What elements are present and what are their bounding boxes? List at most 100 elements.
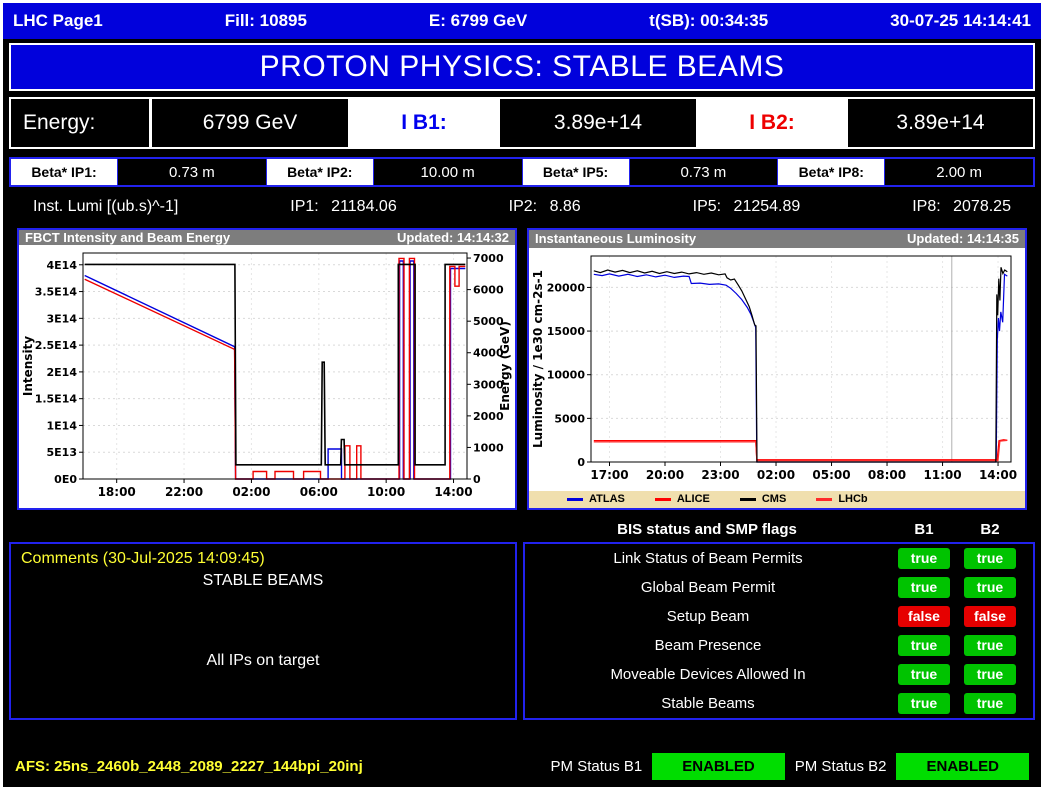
svg-text:7000: 7000 — [473, 252, 504, 265]
lumi-ip1-value: 21184.06 — [331, 198, 397, 216]
svg-text:20:00: 20:00 — [646, 468, 684, 482]
app-title: LHC Page1 — [13, 11, 103, 31]
svg-text:10000: 10000 — [547, 368, 586, 381]
banner-title: PROTON PHYSICS: STABLE BEAMS — [260, 50, 785, 84]
comments-box: Comments (30-Jul-2025 14:09:45) STABLE B… — [9, 542, 517, 720]
svg-text:14:00: 14:00 — [979, 468, 1017, 482]
datetime: 30-07-25 14:14:41 — [890, 11, 1031, 31]
legend-label-atlas: ATLAS — [589, 493, 625, 505]
flag-b1-cell: false — [891, 606, 957, 627]
svg-text:0E0: 0E0 — [54, 473, 77, 486]
flag-b1-cell: true — [891, 664, 957, 685]
beta-ip1-value: 0.73 m — [118, 159, 266, 185]
lhcb-line-swatch — [816, 498, 832, 501]
flag-row: Link Status of Beam Permits true true — [525, 544, 1023, 573]
comments-line-1: STABLE BEAMS — [21, 572, 505, 590]
lumi-ip5: IP5: 21254.89 — [693, 198, 801, 216]
flag-badge-b1: true — [898, 693, 950, 714]
svg-text:23:00: 23:00 — [701, 468, 739, 482]
charts-row: FBCT Intensity and Beam Energy Updated: … — [17, 228, 1027, 510]
flag-badge-b1: true — [898, 664, 950, 685]
lumi-chart-header: Instantaneous Luminosity Updated: 14:14:… — [529, 230, 1025, 248]
flag-b1-cell: true — [891, 693, 957, 714]
lumi-ip8-value: 2078.25 — [953, 198, 1011, 216]
fbct-chart-plot: 0E05E131E141.5E142E142.5E143E143.5E144E1… — [19, 245, 515, 508]
svg-text:05:00: 05:00 — [812, 468, 850, 482]
flag-badge-b2: true — [964, 548, 1016, 569]
lumi-row-label: Inst. Lumi [(ub.s)^-1] — [33, 198, 178, 216]
flag-label: Stable Beams — [525, 695, 891, 712]
beta-ip2-label: Beta* IP2: — [267, 159, 373, 185]
svg-text:1.5E14: 1.5E14 — [35, 393, 78, 406]
alice-line-swatch — [655, 498, 671, 501]
svg-text:1E14: 1E14 — [47, 419, 78, 432]
lumi-ip8-label: IP8: — [912, 198, 940, 216]
flag-badge-b1: true — [898, 577, 950, 598]
flag-badge-b2: true — [964, 635, 1016, 656]
flag-badge-b2: true — [964, 577, 1016, 598]
top-status-bar: LHC Page1 Fill: 10895 E: 6799 GeV t(SB):… — [3, 3, 1041, 39]
svg-text:06:00: 06:00 — [300, 485, 338, 499]
flag-label: Global Beam Permit — [525, 579, 891, 596]
svg-text:6000: 6000 — [473, 284, 504, 297]
atlas-line-swatch — [567, 498, 583, 501]
svg-text:02:00: 02:00 — [757, 468, 795, 482]
svg-text:02:00: 02:00 — [232, 485, 270, 499]
fill-number: Fill: 10895 — [225, 11, 307, 31]
beta-ip5-value: 0.73 m — [630, 159, 778, 185]
svg-text:2E14: 2E14 — [47, 366, 78, 379]
flag-badge-b2: false — [964, 606, 1016, 627]
flag-row: Beam Presence true true — [525, 631, 1023, 660]
beta-ip8-value: 2.00 m — [885, 159, 1033, 185]
flag-badge-b2: true — [964, 693, 1016, 714]
flag-b1-cell: true — [891, 548, 957, 569]
intensity-b2-value: 3.89e+14 — [848, 99, 1033, 147]
svg-text:17:00: 17:00 — [590, 468, 628, 482]
svg-text:2000: 2000 — [473, 410, 504, 423]
lumi-chart-plot: 0500010000150002000017:0020:0023:0002:00… — [529, 248, 1025, 491]
flag-label: Moveable Devices Allowed In — [525, 666, 891, 683]
flag-badge-b2: true — [964, 664, 1016, 685]
comments-title: Comments (30-Jul-2025 14:09:45) — [21, 550, 505, 568]
legend-item-lhcb: LHCb — [816, 493, 867, 505]
beta-ip2-value: 10.00 m — [374, 159, 522, 185]
fbct-chart-panel: FBCT Intensity and Beam Energy Updated: … — [17, 228, 517, 510]
svg-text:20000: 20000 — [547, 281, 586, 294]
beta-star-row: Beta* IP1: 0.73 m Beta* IP2: 10.00 m Bet… — [9, 157, 1035, 187]
beta-ip1-label: Beta* IP1: — [11, 159, 117, 185]
energy-value: 6799 GeV — [152, 99, 348, 147]
flag-b2-cell: true — [957, 635, 1023, 656]
svg-text:2.5E14: 2.5E14 — [35, 339, 78, 352]
fbct-chart-header: FBCT Intensity and Beam Energy Updated: … — [19, 230, 515, 245]
svg-text:5E13: 5E13 — [47, 446, 77, 459]
svg-text:3.5E14: 3.5E14 — [35, 286, 78, 299]
flag-badge-b1: false — [898, 606, 950, 627]
svg-text:4E14: 4E14 — [47, 259, 78, 272]
svg-text:Intensity: Intensity — [21, 336, 35, 396]
flag-badge-b1: true — [898, 635, 950, 656]
bis-col-b1: B1 — [891, 521, 957, 538]
svg-text:22:00: 22:00 — [165, 485, 203, 499]
intensity-b1-value: 3.89e+14 — [500, 99, 696, 147]
lumi-chart-panel: Instantaneous Luminosity Updated: 14:14:… — [527, 228, 1027, 510]
pm-status-b2-label: PM Status B2 — [795, 758, 887, 775]
bis-header: BIS status and SMP flags B1 B2 — [523, 516, 1035, 542]
pm-status-b1-value: ENABLED — [652, 753, 785, 780]
flag-b2-cell: true — [957, 664, 1023, 685]
footer-bar: AFS: 25ns_2460b_2448_2089_2227_144bpi_20… — [9, 749, 1035, 783]
instantaneous-lumi-row: Inst. Lumi [(ub.s)^-1] IP1: 21184.06 IP2… — [9, 192, 1035, 222]
svg-text:18:00: 18:00 — [98, 485, 136, 499]
legend-item-alice: ALICE — [655, 493, 710, 505]
pm-status-b2-value: ENABLED — [896, 753, 1029, 780]
lumi-legend: ATLAS ALICE CMS LHCb — [529, 491, 1025, 509]
flag-b2-cell: true — [957, 693, 1023, 714]
bis-title: BIS status and SMP flags — [523, 521, 891, 538]
flag-row: Stable Beams true true — [525, 689, 1023, 718]
svg-text:Energy (GeV): Energy (GeV) — [498, 321, 512, 411]
lumi-ip1-label: IP1: — [290, 198, 318, 216]
svg-text:0: 0 — [577, 456, 585, 469]
beta-ip5-label: Beta* IP5: — [523, 159, 629, 185]
lumi-chart-title: Instantaneous Luminosity — [535, 231, 696, 246]
bis-flags-table: Link Status of Beam Permits true true Gl… — [523, 542, 1035, 720]
lumi-ip2-label: IP2: — [509, 198, 537, 216]
